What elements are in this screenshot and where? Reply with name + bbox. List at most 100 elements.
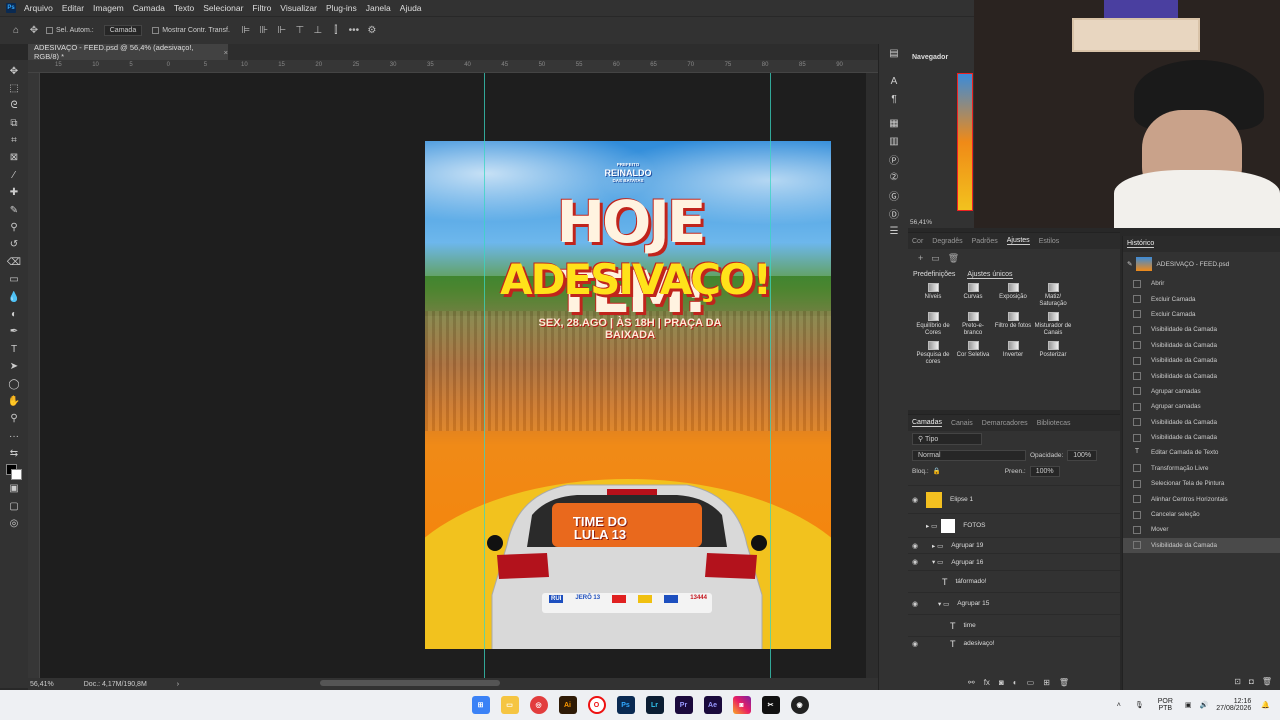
- comments-icon[interactable]: ▤: [879, 44, 909, 62]
- properties-icon[interactable]: ▦: [879, 114, 909, 132]
- eye-icon[interactable]: ◉: [908, 542, 922, 550]
- history-item[interactable]: Visibilidade da Camada: [1123, 415, 1280, 430]
- home-icon[interactable]: ⌂: [10, 25, 22, 37]
- adj-pesquisa-cores[interactable]: Pesquisa de cores: [913, 341, 953, 366]
- align-middle-icon[interactable]: ⊥: [312, 25, 324, 37]
- distribute-icon[interactable]: ⫿: [330, 25, 342, 37]
- adj-posterizar[interactable]: Posterizar: [1033, 341, 1073, 366]
- tab-padroes[interactable]: Padrões: [972, 238, 998, 245]
- navigator-thumbnail[interactable]: [957, 73, 973, 211]
- healing-brush-icon[interactable]: ✚: [6, 185, 22, 201]
- menu-imagem[interactable]: Imagem: [93, 3, 124, 13]
- close-icon[interactable]: ×: [224, 48, 228, 57]
- premiere-icon[interactable]: Pr: [674, 696, 693, 714]
- history-item[interactable]: T Editar Camada de Texto: [1123, 445, 1280, 460]
- zoom-level[interactable]: 56,41%: [30, 681, 54, 688]
- layer-row[interactable]: ◉ ▸ ▭ Agrupar 19: [908, 537, 1120, 553]
- history-item[interactable]: Selecionar Tela de Pintura: [1123, 476, 1280, 491]
- adj-equilibrio[interactable]: Equilíbrio de Cores: [913, 312, 953, 337]
- screen-mode-icon[interactable]: ▢: [6, 498, 22, 514]
- chevron-right-icon[interactable]: ›: [177, 681, 179, 688]
- gear-icon[interactable]: ⚙: [366, 25, 378, 37]
- edit-toolbar-icon[interactable]: ···: [6, 428, 22, 444]
- paths-icon[interactable]: Ⓟ: [879, 150, 909, 168]
- history-brush-icon[interactable]: ↺: [6, 237, 22, 253]
- layer-row[interactable]: ▸ ▭ FOTOS: [908, 513, 1120, 537]
- ellipse-tool-icon[interactable]: ◯: [6, 376, 22, 392]
- more-options-icon[interactable]: •••: [348, 25, 360, 37]
- marquee-tool-icon[interactable]: ⬚: [6, 80, 22, 96]
- channels-icon[interactable]: Ⓖ: [879, 186, 909, 204]
- menu-arquivo[interactable]: Arquivo: [24, 3, 53, 13]
- generative-icon[interactable]: ◎: [6, 516, 22, 532]
- history-item[interactable]: Visibilidade da Camada: [1123, 338, 1280, 353]
- clone-stamp-icon[interactable]: ⚲: [6, 220, 22, 236]
- volume-icon[interactable]: 🔊: [1200, 701, 1209, 709]
- camera-icon[interactable]: ◘: [1249, 677, 1254, 686]
- obs-icon[interactable]: ◉: [790, 696, 809, 714]
- menu-filtro[interactable]: Filtro: [252, 3, 271, 13]
- history-item[interactable]: Visibilidade da Camada: [1123, 430, 1280, 445]
- group-icon[interactable]: ▭: [1027, 678, 1035, 687]
- lightroom-icon[interactable]: Lr: [645, 696, 664, 714]
- document-tab[interactable]: ADESIVAÇO - FEED.psd @ 56,4% (adesivaço!…: [28, 43, 228, 61]
- layer-row[interactable]: ◉ ▾ ▭ Agrupar 16: [908, 553, 1120, 570]
- color-swatches[interactable]: [5, 463, 23, 481]
- object-select-tool-icon[interactable]: ⧉: [6, 115, 22, 131]
- move-tool-icon[interactable]: ✥: [28, 25, 40, 37]
- crop-tool-icon[interactable]: ⌗: [6, 133, 22, 149]
- zoom-tool-icon[interactable]: ⚲: [6, 411, 22, 427]
- eye-icon[interactable]: ◉: [908, 600, 922, 608]
- tab-predefinicoes[interactable]: Predefinições: [913, 271, 955, 279]
- language-indicator[interactable]: POR PTB: [1158, 698, 1173, 712]
- gradient-tool-icon[interactable]: ▭: [6, 272, 22, 288]
- guide-right[interactable]: [770, 73, 771, 678]
- tab-ajustes[interactable]: Ajustes: [1006, 237, 1030, 245]
- align-left-icon[interactable]: ⊫: [240, 25, 252, 37]
- adj-preto-branco[interactable]: Preto-e-branco: [953, 312, 993, 337]
- menu-selecionar[interactable]: Selecionar: [203, 3, 243, 13]
- eye-icon[interactable]: ◉: [908, 558, 922, 566]
- menu-editar[interactable]: Editar: [62, 3, 84, 13]
- menu-plugins[interactable]: Plug-ins: [326, 3, 357, 13]
- eye-icon[interactable]: ◉: [908, 496, 922, 504]
- fill-field[interactable]: 100%: [1029, 465, 1060, 477]
- instagram-icon[interactable]: ◙: [732, 696, 751, 714]
- photoshop-logo-icon[interactable]: Ps: [6, 3, 16, 13]
- eyedropper-tool-icon[interactable]: ⁄: [6, 167, 22, 183]
- new-layer-icon[interactable]: ⊞: [1043, 678, 1050, 687]
- layer-row[interactable]: ◉ Tadesivaço!: [908, 636, 1120, 650]
- tab-canais[interactable]: Canais: [951, 420, 973, 427]
- adjustment-layer-icon[interactable]: ◐: [1013, 678, 1018, 687]
- mask-icon[interactable]: ◙: [999, 678, 1004, 687]
- illustrator-icon[interactable]: Ai: [558, 696, 577, 714]
- auto-select-checkbox[interactable]: Sel. Autom.:: [46, 27, 94, 34]
- adj-exposicao[interactable]: Exposição: [993, 283, 1033, 308]
- microphone-icon[interactable]: 🎙: [1135, 701, 1144, 709]
- trash-icon[interactable]: 🗑: [1262, 677, 1272, 686]
- layer-row[interactable]: Ttime: [908, 614, 1120, 636]
- capcut-icon[interactable]: ✂: [761, 696, 780, 714]
- libraries-icon[interactable]: ▥: [879, 132, 909, 150]
- adj-misturador[interactable]: Misturador de Canais: [1033, 312, 1073, 337]
- tab-bibliotecas[interactable]: Bibliotecas: [1037, 420, 1071, 427]
- tab-historico[interactable]: Histórico: [1127, 240, 1155, 248]
- glyphs-icon[interactable]: ②: [879, 168, 909, 186]
- adj-filtro-fotos[interactable]: Filtro de fotos: [993, 312, 1033, 337]
- adj-niveis[interactable]: Níveis: [913, 283, 953, 308]
- plugin-d-icon[interactable]: Ⓓ: [879, 204, 909, 222]
- history-item[interactable]: Visibilidade da Camada: [1123, 322, 1280, 337]
- add-icon[interactable]: +: [918, 253, 923, 263]
- brush-tool-icon[interactable]: ✎: [6, 202, 22, 218]
- fx-icon[interactable]: fx: [984, 678, 990, 687]
- windows-start-icon[interactable]: ⊞: [471, 696, 490, 714]
- menu-ajuda[interactable]: Ajuda: [400, 3, 422, 13]
- network-icon[interactable]: ▣: [1185, 701, 1192, 709]
- background-color-swatch[interactable]: [11, 468, 22, 480]
- adj-cor-seletiva[interactable]: Cor Seletiva: [953, 341, 993, 366]
- canvas-area[interactable]: PREFEITO REINALDO DAS BATATAS HOJE TEM! …: [40, 73, 866, 678]
- pen-tool-icon[interactable]: ✒: [6, 324, 22, 340]
- layer-row[interactable]: Ttáformado!: [908, 570, 1120, 592]
- tab-ajustes-unicos[interactable]: Ajustes únicos: [967, 271, 1013, 279]
- align-right-icon[interactable]: ⊩: [276, 25, 288, 37]
